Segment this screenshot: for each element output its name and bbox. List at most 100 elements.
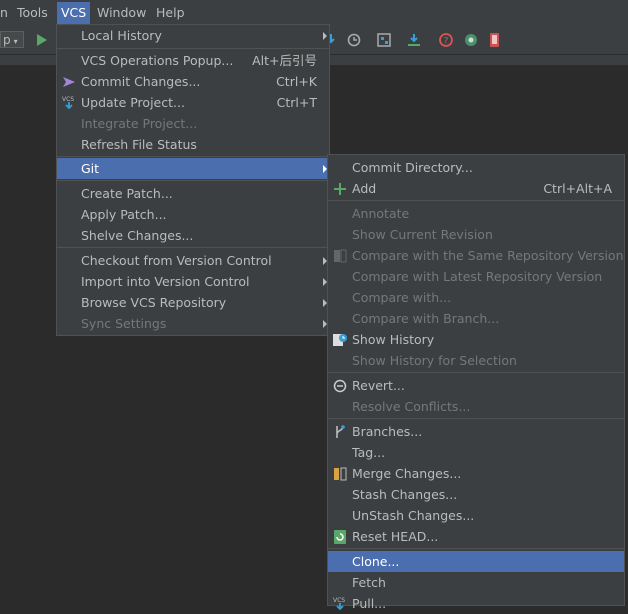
git-item-annotate[interactable]: Annotate bbox=[328, 203, 624, 224]
git-item-show-history-selection[interactable]: Show History for Selection bbox=[328, 350, 624, 371]
git-item-label: Clone... bbox=[352, 554, 400, 569]
git-item-add[interactable]: Add Ctrl+Alt+A bbox=[328, 178, 624, 199]
menu-separator bbox=[328, 418, 624, 419]
device-icon[interactable] bbox=[487, 32, 503, 48]
git-item-resolve-conflicts[interactable]: Resolve Conflicts... bbox=[328, 396, 624, 417]
vcs-item-commit-changes[interactable]: Commit Changes... Ctrl+K bbox=[57, 71, 329, 92]
play-icon[interactable] bbox=[33, 32, 49, 48]
git-item-compare-same-version[interactable]: Compare with the Same Repository Version bbox=[328, 245, 624, 266]
svg-text:VCS: VCS bbox=[62, 96, 74, 103]
vcs-item-local-history[interactable]: Local History bbox=[57, 25, 329, 46]
vcs-item-apply-patch[interactable]: Apply Patch... bbox=[57, 204, 329, 225]
git-item-label: Compare with Latest Repository Version bbox=[352, 269, 603, 284]
vcs-item-label: Commit Changes... bbox=[81, 74, 201, 89]
git-item-commit-directory[interactable]: Commit Directory... bbox=[328, 157, 624, 178]
menu-separator bbox=[328, 200, 624, 201]
vcs-item-label: Refresh File Status bbox=[81, 137, 197, 152]
vcs-item-browse-repository[interactable]: Browse VCS Repository bbox=[57, 292, 329, 313]
git-item-compare-with-branch[interactable]: Compare with Branch... bbox=[328, 308, 624, 329]
vcs-item-label: Sync Settings bbox=[81, 316, 167, 331]
git-item-reset-head[interactable]: Reset HEAD... bbox=[328, 526, 624, 547]
android-monitor-icon[interactable] bbox=[463, 32, 479, 48]
git-item-label: Resolve Conflicts... bbox=[352, 399, 471, 414]
vcs-item-import[interactable]: Import into Version Control bbox=[57, 271, 329, 292]
git-item-show-current-revision[interactable]: Show Current Revision bbox=[328, 224, 624, 245]
vcs-item-checkout[interactable]: Checkout from Version Control bbox=[57, 250, 329, 271]
merge-icon bbox=[334, 467, 347, 481]
vcs-item-label: Browse VCS Repository bbox=[81, 295, 227, 310]
vcs-item-label: Checkout from Version Control bbox=[81, 253, 272, 268]
vcs-pull-icon: VCS bbox=[333, 597, 345, 611]
history-icon[interactable] bbox=[346, 32, 362, 48]
git-item-label: Compare with Branch... bbox=[352, 311, 500, 326]
git-item-label: Pull... bbox=[352, 596, 387, 611]
menu-tools[interactable]: Tools bbox=[17, 4, 48, 22]
vcs-item-update-project[interactable]: VCS Update Project... Ctrl+T bbox=[57, 92, 329, 113]
vcs-item-integrate-project[interactable]: Integrate Project... bbox=[57, 113, 329, 134]
vcs-item-git[interactable]: Git bbox=[57, 158, 329, 179]
reset-icon bbox=[334, 530, 346, 544]
git-item-unstash-changes[interactable]: UnStash Changes... bbox=[328, 505, 624, 526]
git-submenu: Commit Directory... Add Ctrl+Alt+A Annota… bbox=[327, 154, 625, 611]
vcs-item-operations-popup[interactable]: VCS Operations Popup... Alt+后引号 bbox=[57, 50, 329, 71]
shortcut-label: Alt+后引号 bbox=[252, 53, 317, 68]
git-item-label: Branches... bbox=[352, 424, 423, 439]
vcs-item-sync-settings[interactable]: Sync Settings bbox=[57, 313, 329, 334]
git-item-merge-changes[interactable]: Merge Changes... bbox=[328, 463, 624, 484]
project-structure-icon[interactable] bbox=[376, 32, 392, 48]
git-item-compare-latest-version[interactable]: Compare with Latest Repository Version bbox=[328, 266, 624, 287]
git-item-tag[interactable]: Tag... bbox=[328, 442, 624, 463]
submenu-arrow-icon bbox=[323, 32, 327, 40]
svg-text:?: ? bbox=[444, 37, 449, 47]
menu-bar: n Tools VCS Window Help bbox=[0, 0, 628, 26]
git-item-label: Compare with the Same Repository Version bbox=[352, 248, 624, 263]
git-item-show-history[interactable]: Show History bbox=[328, 329, 624, 350]
git-item-label: Show Current Revision bbox=[352, 227, 493, 242]
menu-partial-left[interactable]: n bbox=[0, 4, 8, 22]
menu-separator bbox=[57, 247, 329, 248]
vcs-update-icon: VCS bbox=[62, 96, 74, 110]
svg-text:VCS: VCS bbox=[333, 597, 345, 604]
vcs-item-label: Create Patch... bbox=[81, 186, 173, 201]
menu-separator bbox=[57, 48, 329, 49]
help-icon[interactable]: ? bbox=[438, 32, 454, 48]
chevron-down-icon: ▾ bbox=[13, 37, 18, 46]
git-item-label: Compare with... bbox=[352, 290, 452, 305]
git-item-compare-with[interactable]: Compare with... bbox=[328, 287, 624, 308]
run-config-select[interactable]: p ▾ bbox=[0, 31, 24, 48]
compare-icon bbox=[334, 249, 347, 263]
git-item-branches[interactable]: Branches... bbox=[328, 421, 624, 442]
commit-arrow-icon bbox=[63, 77, 75, 87]
branch-icon bbox=[336, 425, 345, 438]
vcs-item-label: Apply Patch... bbox=[81, 207, 167, 222]
git-item-label: Revert... bbox=[352, 378, 405, 393]
git-item-stash-changes[interactable]: Stash Changes... bbox=[328, 484, 624, 505]
vcs-item-label: Git bbox=[81, 161, 100, 176]
git-item-revert[interactable]: Revert... bbox=[328, 375, 624, 396]
menu-separator bbox=[328, 548, 624, 549]
git-item-fetch[interactable]: Fetch bbox=[328, 572, 624, 593]
vcs-item-shelve-changes[interactable]: Shelve Changes... bbox=[57, 225, 329, 246]
menu-window[interactable]: Window bbox=[97, 4, 146, 22]
vcs-item-label: VCS Operations Popup... bbox=[81, 53, 234, 68]
vcs-item-refresh-file-status[interactable]: Refresh File Status bbox=[57, 134, 329, 155]
vcs-menu: Local History VCS Operations Popup... Alt… bbox=[56, 24, 330, 336]
git-item-label: Tag... bbox=[352, 445, 386, 460]
shortcut-label: Ctrl+K bbox=[276, 74, 317, 89]
menu-separator bbox=[57, 180, 329, 181]
menu-help[interactable]: Help bbox=[156, 4, 185, 22]
vcs-item-label: Integrate Project... bbox=[81, 116, 198, 131]
plus-icon bbox=[334, 183, 346, 195]
vcs-item-label: Shelve Changes... bbox=[81, 228, 194, 243]
sdk-manager-icon[interactable] bbox=[406, 32, 422, 48]
vcs-item-create-patch[interactable]: Create Patch... bbox=[57, 183, 329, 204]
git-item-label: UnStash Changes... bbox=[352, 508, 475, 523]
git-item-clone[interactable]: Clone... bbox=[328, 551, 624, 572]
shortcut-label: Ctrl+Alt+A bbox=[543, 181, 612, 196]
menu-separator bbox=[57, 156, 329, 157]
git-item-label: Merge Changes... bbox=[352, 466, 462, 481]
git-item-label: Show History for Selection bbox=[352, 353, 517, 368]
menu-vcs[interactable]: VCS bbox=[57, 2, 91, 24]
git-item-pull[interactable]: VCS Pull... bbox=[328, 593, 624, 614]
vcs-item-label: Update Project... bbox=[81, 95, 185, 110]
